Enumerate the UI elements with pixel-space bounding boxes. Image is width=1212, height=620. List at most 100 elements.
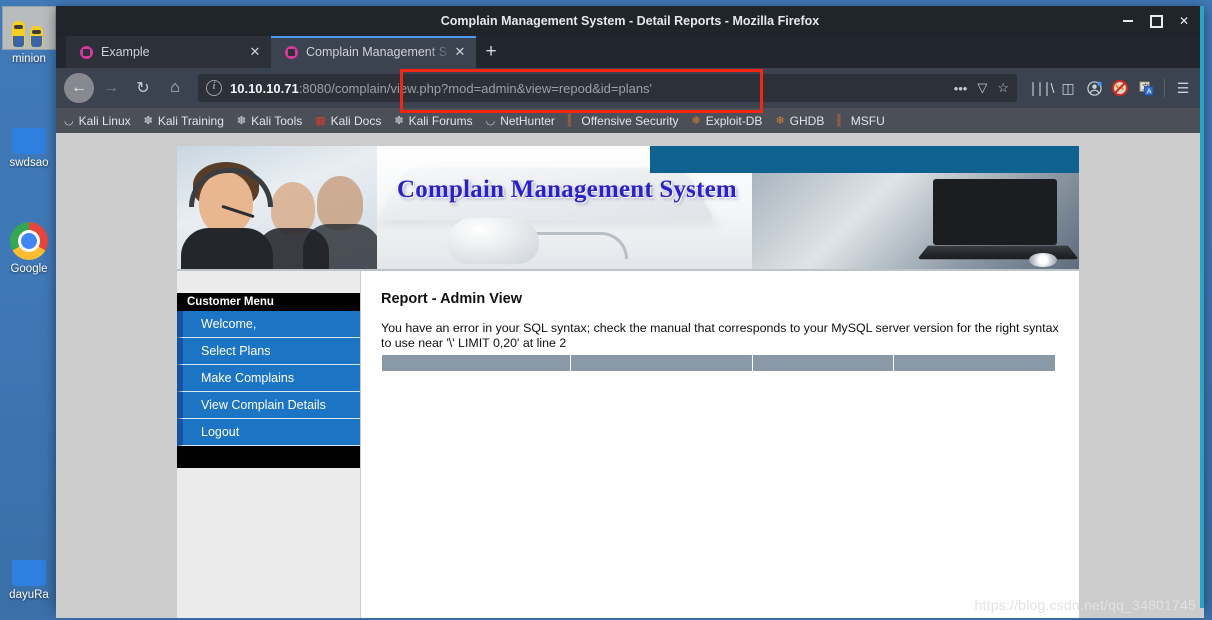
sidebar-item-logout[interactable]: Logout — [177, 419, 360, 446]
navigation-toolbar: ← → ↻ ⌂ i 10.10.10.71:8080/complain/view… — [56, 68, 1204, 113]
window-controls: ✕ — [1114, 6, 1198, 36]
forward-button[interactable]: → — [96, 73, 126, 103]
tab-close-icon[interactable]: ✕ — [247, 44, 263, 60]
bookmark-kali-linux[interactable]: ◡ Kali Linux — [64, 114, 131, 128]
bookmark-label: NetHunter — [500, 113, 555, 128]
sql-error-message: You have an error in your SQL syntax; ch… — [381, 321, 1059, 350]
bookmark-msfu[interactable]: ▍ MSFU — [837, 114, 884, 128]
book-icon: ▦ — [315, 115, 326, 127]
brush-icon: ✽ — [236, 115, 247, 127]
dragon-icon: ◡ — [64, 115, 74, 127]
url-path: :8080/complain/view.php?mod=admin&view=r… — [298, 80, 653, 96]
site-container: Complain Management System Customer Menu… — [177, 146, 1079, 618]
close-button[interactable]: ✕ — [1170, 8, 1198, 34]
sidebar-top-spacer — [177, 271, 360, 293]
browser-action-icons: ∣∣∣\ ◫ 文 — [1029, 74, 1196, 102]
desktop-icon-swdsao[interactable]: swdsao — [0, 128, 58, 170]
account-icon[interactable] — [1081, 74, 1107, 102]
bookmark-kali-forums[interactable]: ✽ Kali Forums — [394, 114, 472, 128]
banner-blue-bar — [650, 146, 1079, 173]
new-tab-button[interactable]: + — [476, 36, 506, 68]
bookmark-kali-docs[interactable]: ▦ Kali Docs — [315, 114, 381, 128]
tab-complain-management[interactable]: Complain Management S ✕ — [271, 36, 476, 68]
menu-icon[interactable]: ☰ — [1170, 74, 1196, 102]
brush-icon: ✽ — [143, 115, 153, 127]
laptop-photo — [752, 173, 1079, 271]
pocket-icon[interactable]: ▽ — [977, 80, 987, 96]
bookmark-offensive-security[interactable]: ▍ Offensive Security — [568, 114, 679, 128]
sidebar-item-make-complains[interactable]: Make Complains — [177, 365, 360, 392]
desktop-icon-dayura[interactable]: dayuRa — [0, 560, 58, 602]
library-icon[interactable]: ∣∣∣\ — [1029, 74, 1055, 102]
minimize-button[interactable] — [1114, 8, 1142, 34]
folder-icon — [12, 128, 46, 154]
bookmark-label: Kali Docs — [330, 113, 382, 128]
bookmark-nethunter[interactable]: ◡ NetHunter — [486, 114, 555, 128]
sidebar-menu: Welcome, Select Plans Make Complains Vie… — [177, 311, 360, 446]
bug-icon: ❄ — [775, 115, 785, 127]
bookmark-label: GHDB — [789, 113, 825, 128]
table-header-cell — [893, 354, 1056, 372]
tab-label: Example — [101, 45, 150, 59]
report-table — [381, 354, 1056, 372]
sidebar-item-view-complain-details[interactable]: View Complain Details — [177, 392, 360, 419]
tab-strip: Example ✕ Complain Management S ✕ + — [56, 36, 1204, 68]
home-button[interactable]: ⌂ — [160, 73, 190, 103]
bookmark-kali-training[interactable]: ✽ Kali Training — [144, 114, 224, 128]
table-header-cell — [569, 354, 753, 372]
tab-close-icon[interactable]: ✕ — [452, 44, 468, 60]
window-title: Complain Management System - Detail Repo… — [440, 14, 820, 28]
table-header-cell — [751, 354, 895, 372]
back-button[interactable]: ← — [64, 73, 94, 103]
url-text: 10.10.10.71:8080/complain/view.php?mod=a… — [230, 81, 652, 96]
url-bar-wrapper: i 10.10.10.71:8080/complain/view.php?mod… — [198, 69, 1017, 113]
window-edge-accent — [1200, 6, 1204, 608]
window-titlebar: Complain Management System - Detail Repo… — [56, 6, 1204, 36]
sidebar-item-select-plans[interactable]: Select Plans — [177, 338, 360, 365]
bug-icon: ❄ — [691, 115, 701, 127]
dragon-icon: ◡ — [485, 115, 496, 127]
noscript-icon[interactable] — [1107, 74, 1133, 102]
translate-icon[interactable]: 文 A — [1133, 74, 1159, 102]
bookmark-label: Kali Linux — [78, 113, 131, 128]
bookmark-exploit-db[interactable]: ❄ Exploit-DB — [692, 114, 763, 128]
call-center-photo — [177, 146, 377, 271]
firefox-window: Complain Management System - Detail Repo… — [56, 6, 1204, 618]
favicon-icon — [285, 45, 298, 59]
chrome-icon — [10, 222, 48, 260]
bookmark-label: Kali Forums — [408, 113, 473, 128]
url-bar-actions: ••• ▽ ☆ — [936, 80, 1009, 96]
bookmark-ghdb[interactable]: ❄ GHDB — [775, 114, 824, 128]
url-bar[interactable]: i 10.10.10.71:8080/complain/view.php?mod… — [198, 74, 1017, 102]
maximize-button[interactable] — [1142, 8, 1170, 34]
bookmark-label: Kali Training — [157, 113, 224, 128]
desktop-icon-label: Google — [10, 263, 48, 275]
page-actions-icon[interactable]: ••• — [954, 81, 968, 96]
banner-title: Complain Management System — [397, 176, 737, 203]
tower-icon: ▍ — [837, 115, 846, 127]
url-host: 10.10.10.71 — [230, 80, 299, 96]
desktop-icon-minion[interactable]: minion — [0, 6, 58, 66]
bookmark-label: MSFU — [850, 113, 885, 128]
bookmark-star-icon[interactable]: ☆ — [997, 80, 1009, 96]
sidebar-header: Customer Menu — [177, 293, 360, 311]
watermark: https://blog.csdn.net/qq_34801745 — [974, 597, 1196, 613]
site-info-icon[interactable]: i — [206, 80, 222, 96]
desktop-icon-label: dayuRa — [9, 589, 49, 601]
sidebar-item-welcome[interactable]: Welcome, — [177, 311, 360, 338]
tab-example[interactable]: Example ✕ — [66, 36, 271, 68]
toolbar-divider — [1164, 79, 1165, 97]
banner-underline — [177, 269, 1079, 271]
bookmark-kali-tools[interactable]: ✽ Kali Tools — [237, 114, 302, 128]
sidebar: Customer Menu Welcome, Select Plans Make… — [177, 271, 361, 618]
favicon-icon — [80, 45, 93, 59]
folder-icon — [12, 560, 46, 586]
reload-button[interactable]: ↻ — [128, 73, 158, 103]
page-columns: Customer Menu Welcome, Select Plans Make… — [177, 271, 1079, 618]
desktop-icon-label: swdsao — [9, 157, 49, 169]
bookmark-label: Exploit-DB — [705, 113, 763, 128]
desktop-icon-google[interactable]: Google — [0, 222, 58, 276]
svg-text:A: A — [1146, 88, 1151, 95]
tab-label: Complain Management S — [306, 45, 448, 59]
sidebar-icon[interactable]: ◫ — [1055, 74, 1081, 102]
